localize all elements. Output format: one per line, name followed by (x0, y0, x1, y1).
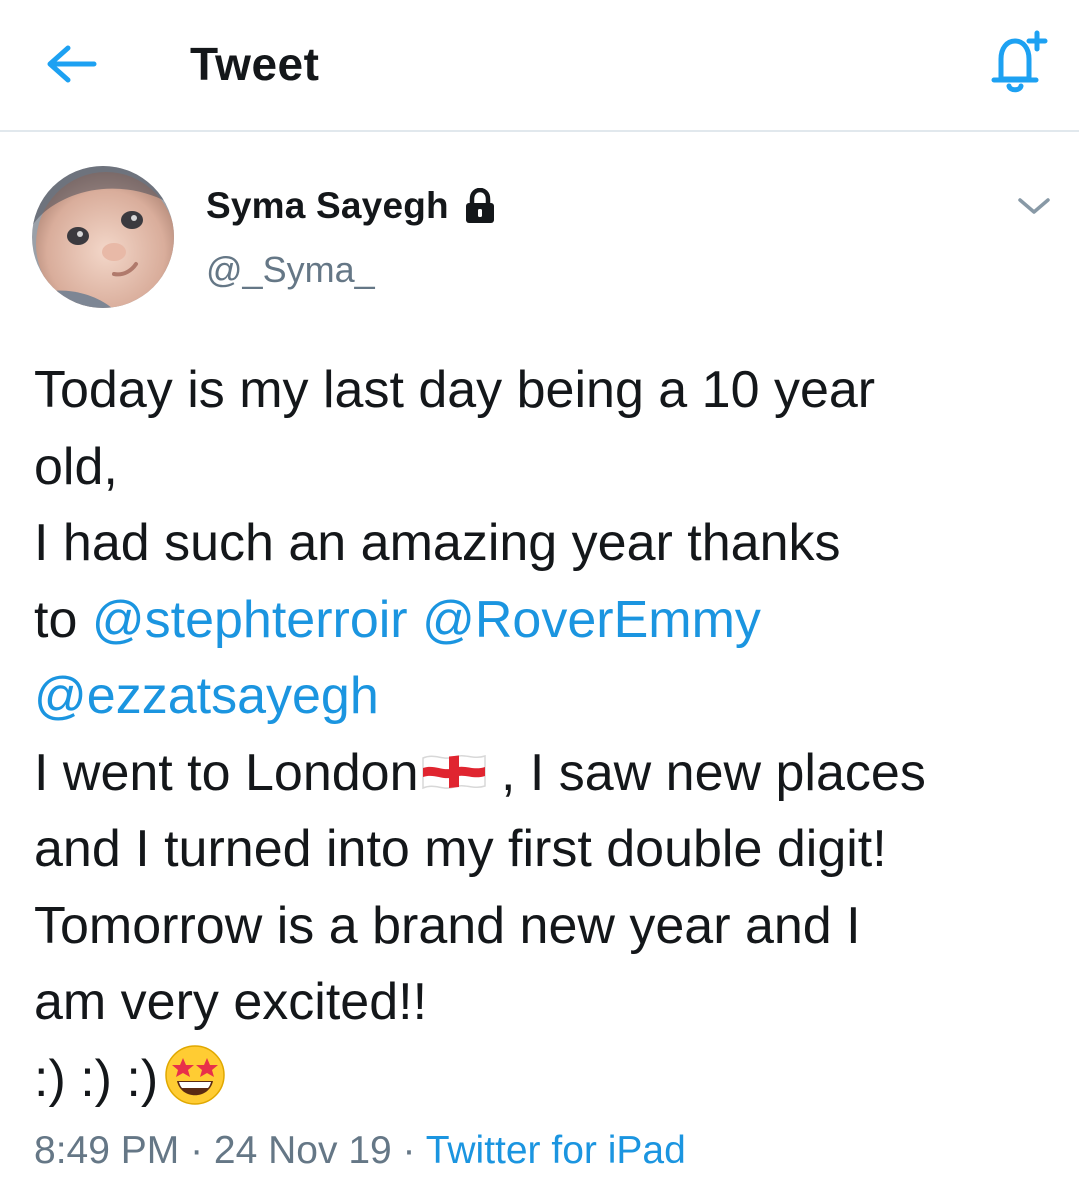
tweet-text-line: @ezzatsayegh (34, 658, 1064, 735)
tweet-text-line: to @stephterroir @RoverEmmy (34, 582, 1064, 659)
chevron-down-icon (1018, 198, 1050, 214)
bell-plus-icon (991, 30, 1048, 93)
tweet-source-link[interactable]: Twitter for iPad (426, 1129, 686, 1172)
england-flag-icon (421, 754, 486, 789)
tweet-date: 24 Nov 19 (213, 1129, 392, 1172)
meta-separator: · (391, 1129, 426, 1172)
tweet-options-button[interactable] (1012, 188, 1056, 224)
tweet-text-line: am very excited!! (34, 973, 428, 1031)
star-struck-emoji-icon (165, 1044, 225, 1105)
author-row[interactable]: Syma Sayegh (206, 182, 497, 230)
avatar[interactable] (32, 166, 174, 308)
mention-link-stephterroir[interactable]: @stephterroir (92, 591, 408, 649)
tweet-text-line: old, (34, 437, 118, 496)
tweet-text-line: :) :) :) (34, 1041, 1064, 1118)
lock-icon (465, 188, 494, 223)
back-button[interactable] (40, 34, 104, 94)
tweet-text-line: and I turned into my first double digit! (34, 820, 887, 878)
tweet-text-segment: to (34, 590, 92, 649)
meta-separator: · (179, 1129, 214, 1172)
tweet-text-segment: , I saw new places (486, 743, 926, 802)
tweet-body: Today is my last day being a 10 year old… (34, 352, 1064, 1117)
tweet-text-line: Tomorrow is a brand new year and I (34, 896, 861, 955)
mention-link-roveremmy[interactable]: @RoverEmmy (422, 591, 761, 649)
tweet-text-line: Today is my last day being a 10 year (34, 361, 876, 419)
tweet-text-line: I went to London , I saw new places (34, 735, 1064, 812)
page-title: Tweet (190, 38, 320, 90)
tweet-text-segment: I went to London (34, 743, 419, 802)
mention-link-ezzatsayegh[interactable]: @ezzatsayegh (34, 667, 379, 725)
display-name[interactable]: Syma Sayegh (206, 185, 449, 227)
top-app-bar: Tweet (0, 0, 1079, 132)
avatar-photo (32, 166, 174, 308)
user-handle[interactable]: @_Syma_ (206, 248, 375, 292)
arrow-left-icon (47, 45, 97, 83)
tweet-text-line: I had such an amazing year thanks (34, 514, 841, 572)
tweet-metadata: 8:49 PM · 24 Nov 19 · Twitter for iPad (34, 1128, 686, 1174)
notifications-toggle-button[interactable] (978, 26, 1054, 98)
tweet-text-segment: :) :) :) (34, 1049, 159, 1108)
tweet-time: 8:49 PM (34, 1129, 180, 1172)
